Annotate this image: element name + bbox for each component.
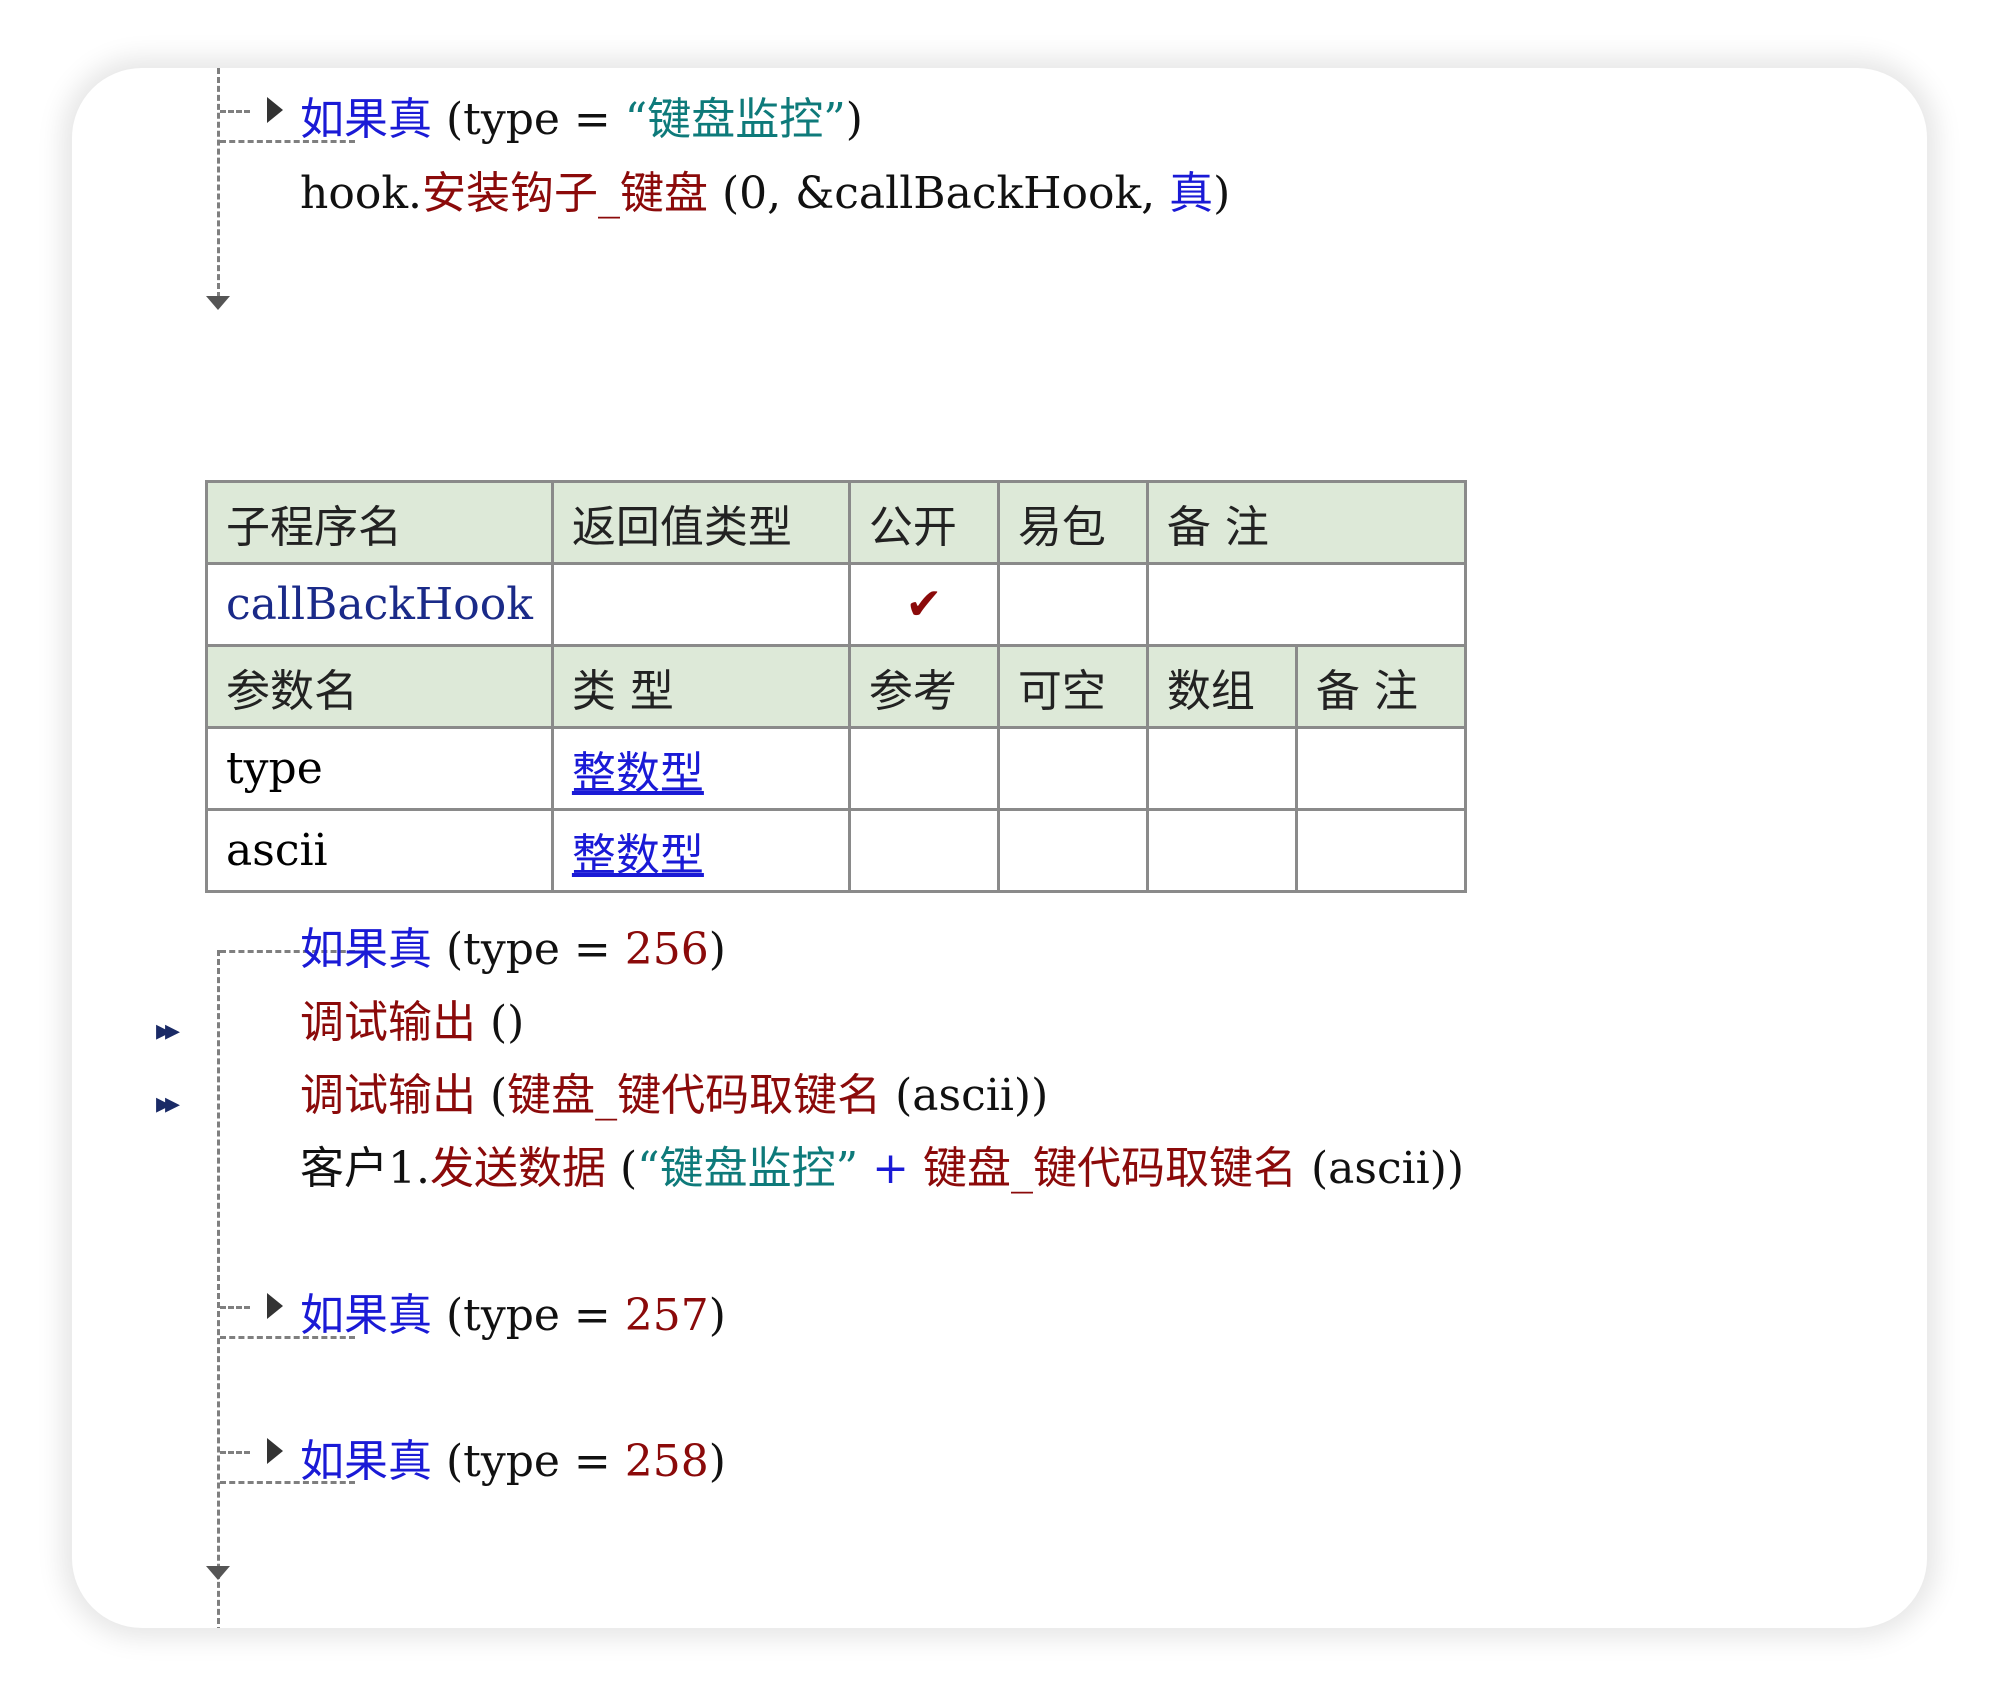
remark-cell[interactable]	[1145, 562, 1467, 647]
param-remark-cell[interactable]	[1294, 808, 1467, 893]
breakpoint-icon[interactable]: ▸▸	[156, 1089, 180, 1119]
header-cell: 数组	[1145, 644, 1298, 729]
flow-end-arrow-icon	[206, 1566, 230, 1580]
hook-install-line[interactable]: hook.安装钩子_键盘 (0, &callBackHook, 真)	[300, 164, 1230, 224]
header-cell: 子程序名	[205, 480, 554, 565]
function-name: 键盘_键代码取键名	[922, 1143, 1297, 1194]
flow-line	[217, 68, 220, 298]
if-keyword: 如果真	[300, 1290, 432, 1341]
code-editor-panel: 如果真 (type = “键盘监控”) hook.安装钩子_键盘 (0, &ca…	[72, 68, 1927, 1628]
param-ref-cell[interactable]	[847, 808, 1000, 893]
breakpoint-icon[interactable]: ▸▸	[156, 1016, 180, 1046]
param-name-cell[interactable]: ascii	[205, 808, 554, 893]
param-nullable-cell[interactable]	[996, 808, 1149, 893]
param-row[interactable]: type 整数型	[205, 726, 1467, 811]
param-type-cell[interactable]: 整数型	[550, 808, 851, 893]
function-name: 调试输出	[300, 997, 476, 1048]
header-cell: 参考	[847, 644, 1000, 729]
send-data-line[interactable]: 客户1.发送数据 (“键盘监控” + 键盘_键代码取键名 (ascii))	[300, 1139, 1464, 1199]
if-true-line-256[interactable]: 如果真 (type = 256)	[300, 920, 726, 980]
param-remark-cell[interactable]	[1294, 726, 1467, 811]
header-cell: 易包	[996, 480, 1149, 565]
function-name: 调试输出	[300, 1070, 476, 1121]
subroutine-name-cell[interactable]: callBackHook	[205, 562, 554, 647]
epkg-cell[interactable]	[996, 562, 1149, 647]
header-cell: 备 注	[1145, 480, 1467, 565]
flow-line	[220, 110, 250, 113]
header-cell: 返回值类型	[550, 480, 851, 565]
param-row[interactable]: ascii 整数型	[205, 808, 1467, 893]
param-nullable-cell[interactable]	[996, 726, 1149, 811]
if-keyword: 如果真	[300, 1436, 432, 1487]
return-type-cell[interactable]	[550, 562, 851, 647]
if-true-line-258[interactable]: 如果真 (type = 258)	[300, 1432, 726, 1492]
subroutine-row[interactable]: callBackHook ✔	[205, 562, 1467, 647]
if-keyword: 如果真	[300, 94, 432, 145]
debug-output-line-2[interactable]: 调试输出 (键盘_键代码取键名 (ascii))	[300, 1066, 1048, 1126]
flow-line	[220, 1306, 250, 1309]
string-literal: “键盘监控”	[624, 94, 846, 145]
param-type-cell[interactable]: 整数型	[550, 726, 851, 811]
flow-line	[220, 1451, 250, 1454]
if-keyword: 如果真	[300, 924, 432, 975]
header-cell: 可空	[996, 644, 1149, 729]
if-true-line-257[interactable]: 如果真 (type = 257)	[300, 1286, 726, 1346]
param-header-row: 参数名 类 型 参考 可空 数组 备 注	[205, 644, 1467, 729]
subroutine-table: 子程序名 返回值类型 公开 易包 备 注 callBackHook ✔ 参数名 …	[205, 480, 1467, 893]
param-array-cell[interactable]	[1145, 808, 1298, 893]
header-cell: 公开	[847, 480, 1000, 565]
branch-arrow-icon[interactable]	[267, 97, 283, 123]
header-cell: 备 注	[1294, 644, 1467, 729]
public-check-icon[interactable]: ✔	[847, 562, 1000, 647]
param-array-cell[interactable]	[1145, 726, 1298, 811]
header-cell: 参数名	[205, 644, 554, 729]
branch-arrow-icon[interactable]	[267, 1293, 283, 1319]
param-name-cell[interactable]: type	[205, 726, 554, 811]
flow-line	[217, 950, 220, 1628]
subroutine-header-row: 子程序名 返回值类型 公开 易包 备 注	[205, 480, 1467, 565]
flow-end-arrow-icon	[206, 296, 230, 310]
branch-arrow-icon[interactable]	[267, 1438, 283, 1464]
debug-output-line-1[interactable]: 调试输出 ()	[300, 993, 524, 1053]
param-ref-cell[interactable]	[847, 726, 1000, 811]
type-link[interactable]: 整数型	[572, 830, 704, 881]
type-link[interactable]: 整数型	[572, 748, 704, 799]
function-name: 安装钩子_键盘	[421, 168, 708, 219]
function-name: 键盘_键代码取键名	[507, 1070, 882, 1121]
function-name: 发送数据	[429, 1143, 606, 1194]
if-true-line-1[interactable]: 如果真 (type = “键盘监控”)	[300, 90, 863, 150]
header-cell: 类 型	[550, 644, 851, 729]
string-literal: “键盘监控”	[637, 1143, 859, 1194]
